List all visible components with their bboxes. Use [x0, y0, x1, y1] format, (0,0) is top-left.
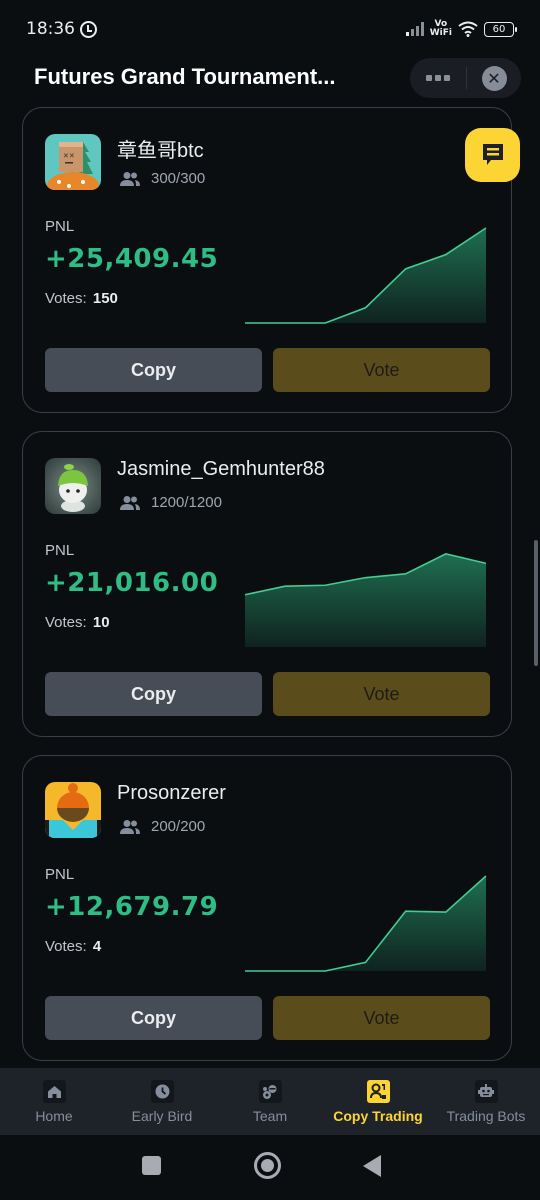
recents-button[interactable] — [142, 1156, 161, 1175]
votes-count: 10 — [92, 614, 110, 631]
users-icon — [120, 171, 140, 186]
copy-trading-icon — [366, 1080, 390, 1103]
votes: Votes: 10 — [45, 614, 110, 631]
users-icon — [120, 495, 140, 510]
nav-label: Trading Bots — [446, 1108, 526, 1124]
header-actions: ✕ — [410, 58, 521, 98]
trader-avatar[interactable] — [45, 782, 101, 838]
trader-card: ✕✕ 章鱼哥btc 300/300 PNL +25,409.45 Votes: … — [22, 107, 512, 413]
copy-button[interactable]: Copy — [45, 672, 262, 716]
battery-icon: 60 — [484, 21, 517, 37]
more-button[interactable] — [410, 58, 466, 98]
nav-item-team[interactable]: Team — [216, 1068, 324, 1135]
more-horizontal-icon — [426, 75, 432, 81]
followers-count: 200/200 — [151, 818, 206, 835]
followers-count: 1200/1200 — [151, 494, 222, 511]
pnl-value: +12,679.79 — [45, 892, 219, 922]
bottom-nav: Home Early Bird Team Copy Trading Tradin… — [0, 1068, 540, 1135]
trader-card: Prosonzerer 200/200 PNL +12,679.79 Votes… — [22, 755, 512, 1061]
votes: Votes: 4 — [45, 938, 101, 955]
followers-count: 300/300 — [151, 170, 206, 187]
pnl-value: +25,409.45 — [45, 244, 219, 274]
trader-avatar[interactable]: ✕✕ — [45, 134, 101, 190]
system-nav-bar — [0, 1135, 540, 1200]
vowifi-indicator: Vo WiFi — [430, 20, 452, 38]
pnl-sparkline — [244, 553, 487, 647]
svg-text:✕✕: ✕✕ — [63, 152, 75, 160]
close-button[interactable]: ✕ — [467, 58, 521, 98]
signal-icon — [405, 22, 424, 36]
votes-count: 4 — [92, 938, 102, 955]
followers: 300/300 — [119, 170, 205, 187]
close-circle-icon: ✕ — [481, 65, 507, 91]
nav-item-home[interactable]: Home — [0, 1068, 108, 1135]
robot-icon — [474, 1080, 498, 1103]
box-character-avatar-icon: ✕✕ — [45, 134, 101, 190]
wifi-icon — [458, 21, 478, 37]
nav-label: Copy Trading — [333, 1108, 423, 1124]
chat-button[interactable] — [465, 128, 520, 182]
status-indicators: Vo WiFi 60 — [405, 20, 517, 38]
sparkline-area — [245, 876, 486, 971]
pnl-value: +21,016.00 — [45, 568, 219, 598]
nav-label: Team — [252, 1108, 288, 1124]
sparkline-area — [245, 228, 486, 323]
nav-label: Home — [35, 1108, 73, 1124]
clock-icon — [150, 1080, 174, 1103]
trader-card: Jasmine_Gemhunter88 1200/1200 PNL +21,01… — [22, 431, 512, 737]
pnl-label: PNL — [45, 218, 75, 235]
alarm-icon — [80, 20, 97, 38]
orange-person-avatar-icon — [45, 782, 101, 838]
vote-button[interactable]: Vote — [273, 348, 490, 392]
vote-button[interactable]: Vote — [273, 996, 490, 1040]
green-hat-creature-avatar-icon — [45, 458, 101, 514]
scrollbar[interactable] — [534, 540, 538, 666]
vowifi-bottom: WiFi — [429, 28, 452, 38]
status-time: 18:36 — [26, 19, 75, 39]
trader-name: Jasmine_Gemhunter88 — [117, 458, 325, 480]
votes: Votes: 150 — [45, 290, 118, 307]
users-icon — [120, 819, 140, 834]
followers: 200/200 — [119, 818, 205, 835]
nav-item-trading-bots[interactable]: Trading Bots — [432, 1068, 540, 1135]
nav-item-copy-trading[interactable]: Copy Trading — [324, 1068, 432, 1135]
vote-button[interactable]: Vote — [273, 672, 490, 716]
trader-name: Prosonzerer — [117, 782, 226, 804]
pnl-sparkline — [245, 227, 487, 324]
page-title: Futures Grand Tournament... — [34, 64, 336, 89]
nav-item-early-bird[interactable]: Early Bird — [108, 1068, 216, 1135]
votes-count: 150 — [92, 290, 118, 307]
pnl-sparkline — [245, 875, 487, 972]
copy-button[interactable]: Copy — [45, 996, 262, 1040]
status-bar: 18:36 Vo WiFi 60 — [0, 0, 540, 58]
back-button[interactable] — [363, 1155, 381, 1177]
votes-label: Votes: — [45, 290, 87, 307]
sparkline-area — [245, 553, 486, 647]
home-system-button[interactable] — [254, 1152, 281, 1179]
votes-label: Votes: — [45, 938, 87, 955]
home-icon — [42, 1080, 66, 1103]
header: Futures Grand Tournament... ✕ — [0, 58, 540, 98]
nav-label: Early Bird — [131, 1108, 193, 1124]
pnl-label: PNL — [45, 542, 75, 559]
copy-button[interactable]: Copy — [45, 348, 262, 392]
pnl-label: PNL — [45, 866, 75, 883]
team-icon — [258, 1080, 282, 1103]
votes-label: Votes: — [45, 614, 87, 631]
trader-name: 章鱼哥btc — [117, 140, 204, 162]
trader-avatar[interactable] — [45, 458, 101, 514]
chat-message-icon — [482, 144, 503, 165]
followers: 1200/1200 — [119, 494, 222, 511]
